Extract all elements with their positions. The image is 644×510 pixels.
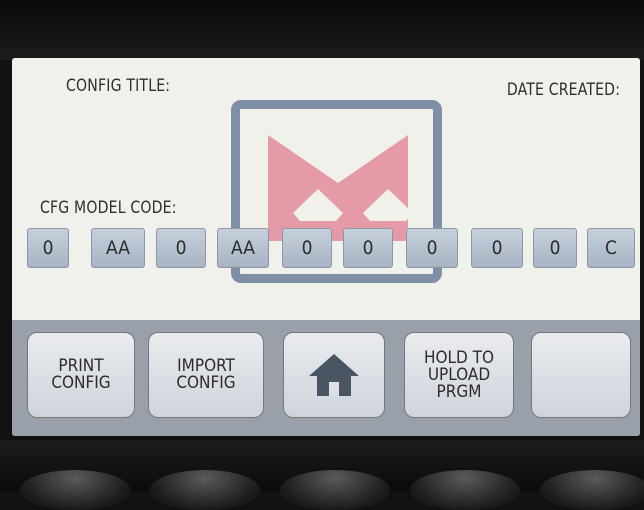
display-screen: CONFIG TITLE: DATE CREATED: CFG MODEL CO… [12, 58, 640, 436]
hardware-key[interactable] [410, 470, 520, 510]
hardware-key[interactable] [150, 470, 260, 510]
config-info-panel: CONFIG TITLE: DATE CREATED: CFG MODEL CO… [12, 58, 640, 320]
model-code-field[interactable]: AA [217, 228, 269, 268]
hardware-key[interactable] [540, 470, 644, 510]
model-code-field[interactable]: 0 [406, 228, 458, 268]
blank-button[interactable] [531, 332, 631, 418]
model-code-field[interactable]: 0 [471, 228, 523, 268]
model-code-field[interactable]: 0 [533, 228, 577, 268]
import-config-button[interactable]: IMPORT CONFIG [148, 332, 264, 418]
hold-to-upload-button[interactable]: HOLD TO UPLOAD PRGM [404, 332, 514, 418]
model-code-field[interactable]: 0 [343, 228, 393, 268]
device-bezel-top [0, 0, 644, 60]
model-code-field[interactable]: C [587, 228, 635, 268]
model-code-field[interactable]: 0 [282, 228, 332, 268]
model-code-label: CFG MODEL CODE: [40, 198, 177, 218]
home-button[interactable] [283, 332, 385, 418]
model-code-field[interactable]: 0 [27, 228, 69, 268]
config-title-label: CONFIG TITLE: [66, 76, 171, 96]
button-bar: PRINT CONFIG IMPORT CONFIG HOLD TO UPLOA… [12, 320, 640, 436]
model-code-fields: 0 AA 0 AA 0 0 0 0 0 C [27, 228, 637, 270]
hardware-key[interactable] [20, 470, 130, 510]
print-config-button[interactable]: PRINT CONFIG [27, 332, 135, 418]
model-code-field[interactable]: AA [91, 228, 145, 268]
date-created-label: DATE CREATED: [506, 80, 620, 100]
model-code-field[interactable]: 0 [156, 228, 206, 268]
hardware-key[interactable] [280, 470, 390, 510]
home-icon [309, 354, 359, 396]
